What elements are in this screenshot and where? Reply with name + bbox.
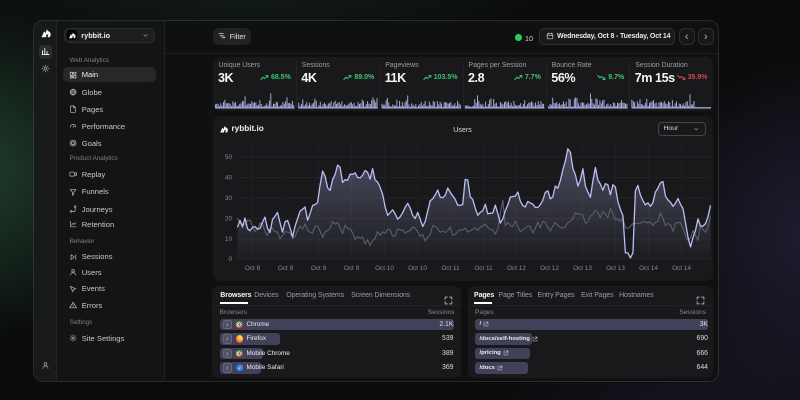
svg-text:Oct 8: Oct 8 (244, 265, 260, 272)
svg-text:Oct 13: Oct 13 (573, 265, 592, 272)
svg-text:Oct 11: Oct 11 (441, 265, 460, 272)
svg-text:Oct 10: Oct 10 (375, 265, 394, 272)
svg-text:Oct 14: Oct 14 (672, 265, 691, 272)
svg-text:50: 50 (224, 154, 232, 161)
svg-text:Oct 11: Oct 11 (474, 265, 493, 272)
svg-text:Oct 10: Oct 10 (408, 265, 427, 272)
svg-text:Oct 9: Oct 9 (310, 265, 326, 272)
svg-text:Oct 8: Oct 8 (277, 265, 293, 272)
svg-text:Oct 14: Oct 14 (639, 265, 658, 272)
svg-text:40: 40 (224, 174, 232, 181)
svg-text:30: 30 (224, 195, 232, 202)
svg-text:0: 0 (228, 256, 232, 263)
svg-text:10: 10 (224, 236, 232, 243)
svg-text:Oct 9: Oct 9 (343, 265, 359, 272)
svg-text:Oct 13: Oct 13 (606, 265, 625, 272)
svg-text:Oct 12: Oct 12 (540, 265, 559, 272)
svg-text:Oct 12: Oct 12 (507, 265, 526, 272)
svg-text:20: 20 (224, 215, 232, 222)
